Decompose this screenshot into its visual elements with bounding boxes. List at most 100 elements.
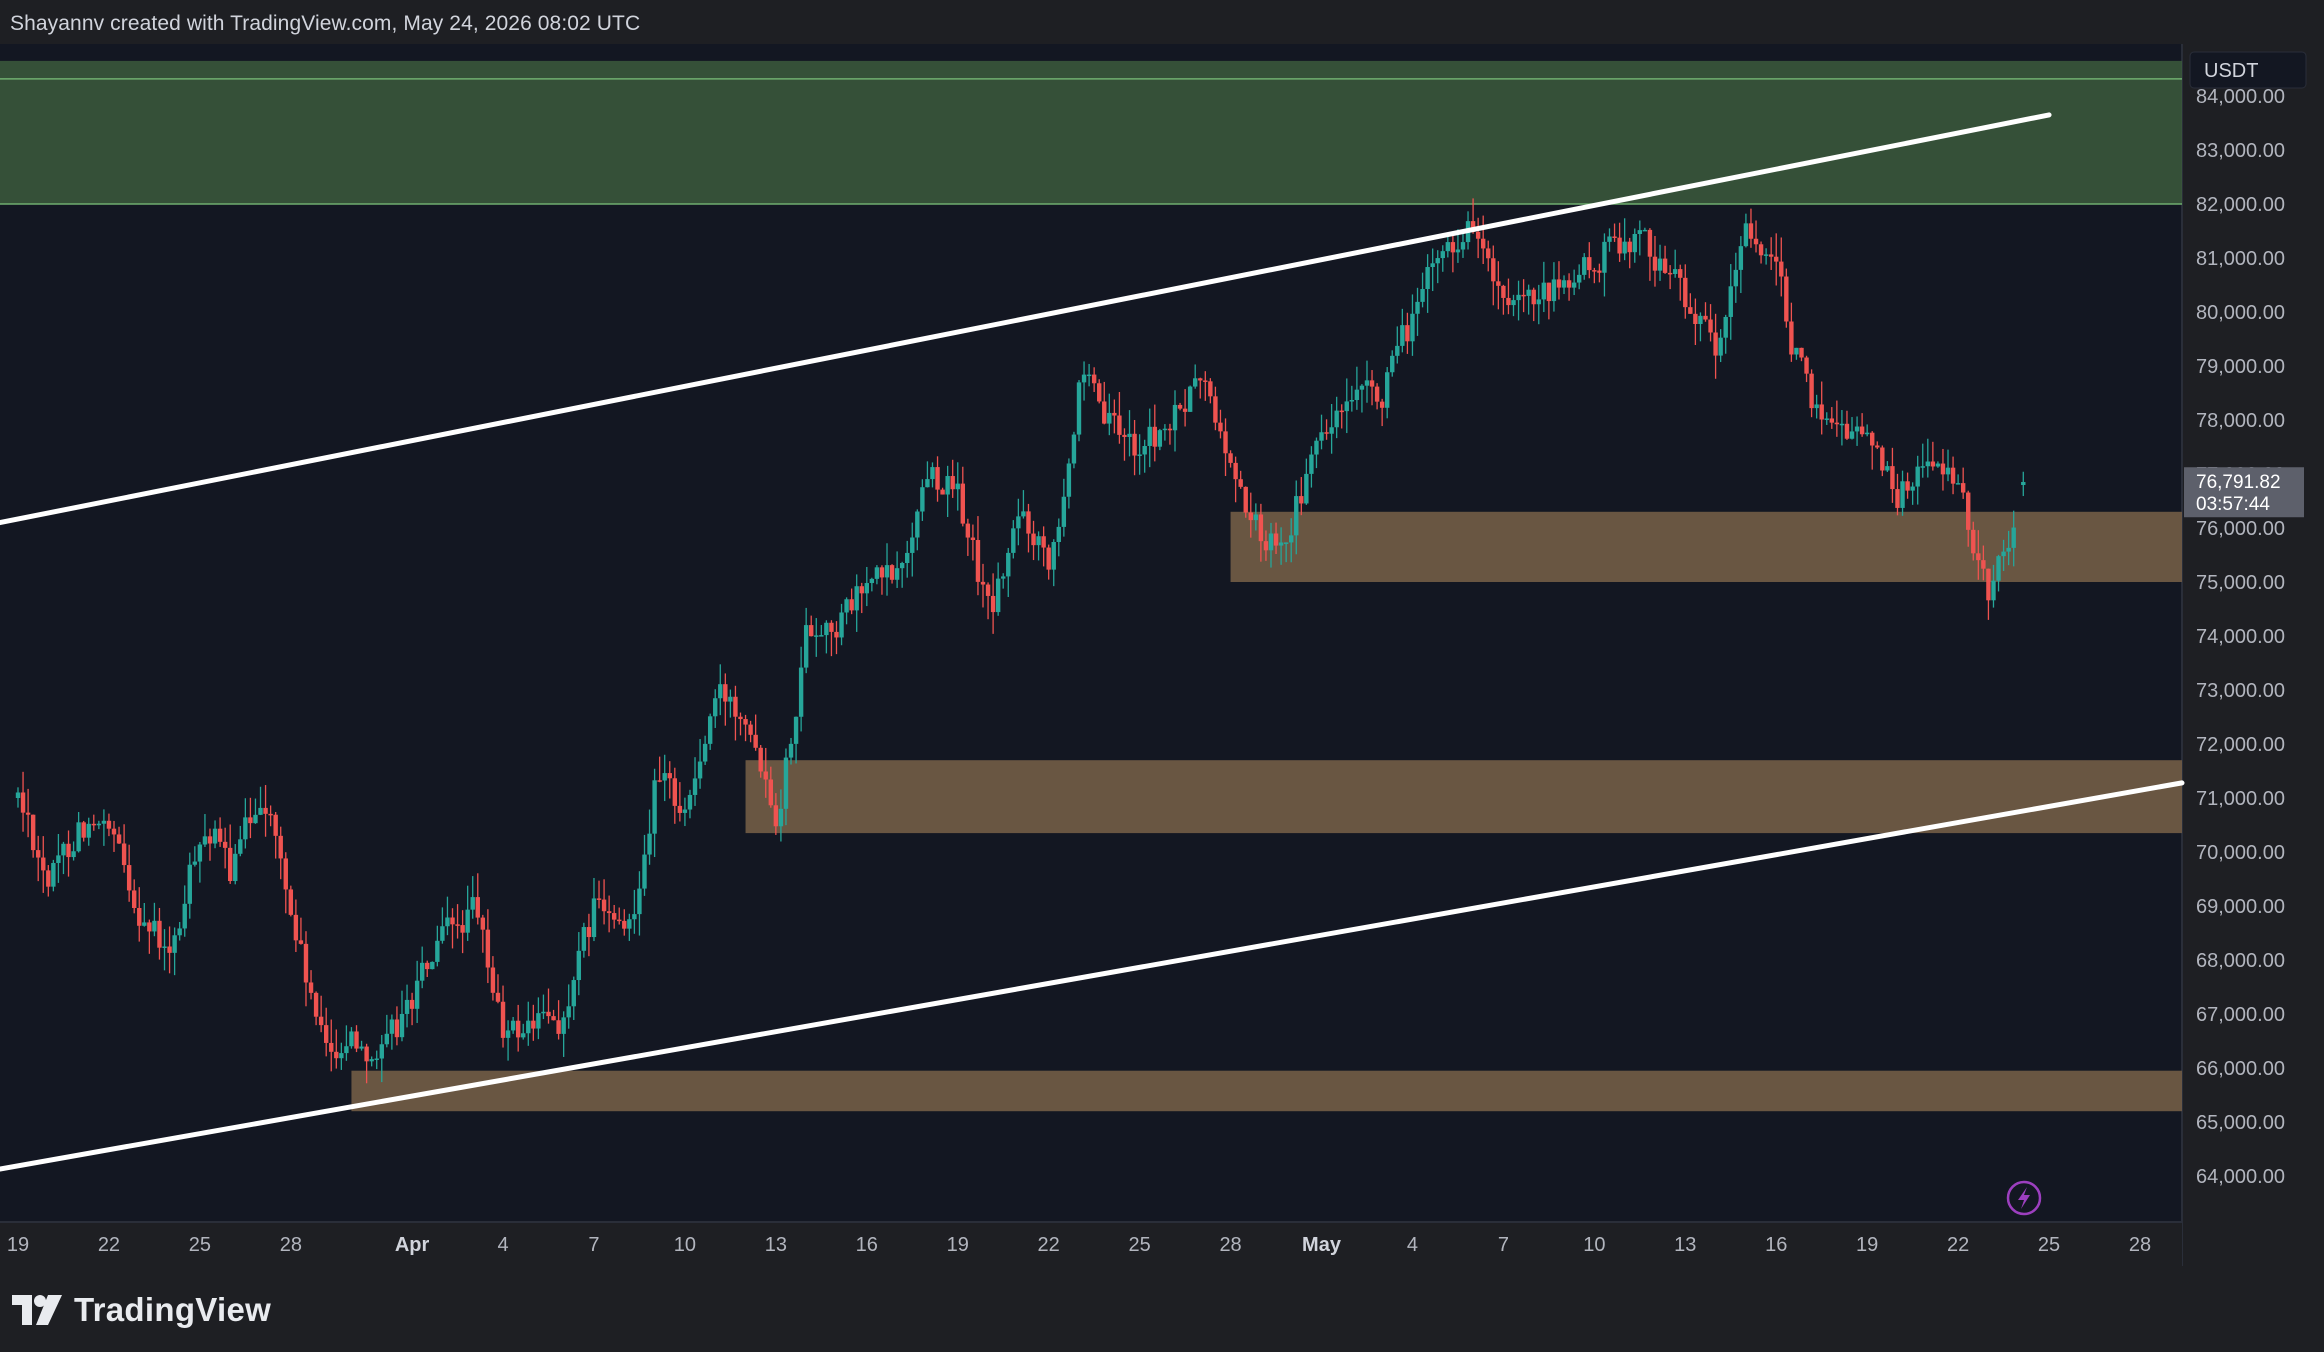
candle-body <box>1738 246 1744 270</box>
candle-body <box>1814 404 1819 409</box>
candle-body <box>606 911 612 914</box>
candle-body <box>1329 427 1334 434</box>
candle-body <box>1086 374 1092 377</box>
candle-body <box>66 843 71 858</box>
candle-body <box>1036 536 1041 546</box>
candle-body <box>1425 267 1430 290</box>
candle-body <box>1132 433 1137 456</box>
candle-body <box>1253 514 1259 521</box>
candle-body <box>1753 238 1759 245</box>
candle-body <box>778 808 784 827</box>
candle-body <box>111 828 117 835</box>
candle-body <box>1587 257 1592 271</box>
candle-body <box>1566 280 1572 288</box>
currency-badge[interactable]: USDT <box>2189 51 2307 89</box>
candle-body <box>1516 294 1521 301</box>
candle-body <box>869 578 875 584</box>
candle-body <box>1935 463 1941 467</box>
candle-body <box>682 809 688 813</box>
candle-body <box>1920 466 1925 468</box>
time-tick-label: 25 <box>189 1234 211 1256</box>
candle-body <box>197 844 203 862</box>
tradingview-logo[interactable]: TradingView <box>12 1288 271 1332</box>
candle-body <box>1763 254 1769 256</box>
candle-body <box>500 1001 506 1038</box>
candle-body <box>849 599 854 611</box>
price-tick-label: 67,000.00 <box>2196 1004 2285 1026</box>
candle-body <box>389 1019 395 1034</box>
candle-body <box>1955 483 1961 485</box>
candle-body <box>1475 231 1481 239</box>
candle-body <box>859 586 864 594</box>
candle-body <box>702 743 708 762</box>
price-tick-label: 80,000.00 <box>2196 302 2285 324</box>
price-tick-label: 74,000.00 <box>2196 626 2285 648</box>
candle-body <box>106 820 112 829</box>
candle-body <box>798 667 804 717</box>
candle-body <box>1971 529 1976 554</box>
candle-body <box>894 568 900 580</box>
candle-body <box>1107 412 1112 424</box>
candle-body <box>1486 248 1491 259</box>
candle-body <box>369 1059 374 1062</box>
candle-body <box>1324 432 1329 434</box>
candle-body <box>339 1053 344 1059</box>
candle-body <box>834 631 839 638</box>
candle-body <box>56 855 61 863</box>
candle-body <box>1283 542 1289 544</box>
demand-zone-3 <box>351 1070 2182 1112</box>
candle-body <box>76 822 81 852</box>
candle-body <box>1006 552 1011 577</box>
time-tick-label: 10 <box>1583 1234 1605 1256</box>
candle-body <box>1248 512 1253 521</box>
candle-body <box>1319 432 1324 441</box>
candle-body <box>1294 496 1299 536</box>
candle-body <box>1405 325 1410 342</box>
candle-body <box>839 612 844 638</box>
candle-body <box>960 483 965 524</box>
candle-body <box>1844 423 1850 439</box>
price-chart[interactable]: 64,000.00 65,000.00 66,000.00 67,000.00 68,0… <box>0 44 2324 1266</box>
candle-body <box>1001 576 1006 579</box>
bar-countdown: 03:57:44 <box>2196 494 2270 515</box>
candle-body <box>20 792 26 813</box>
candle-body <box>637 888 642 915</box>
candle-body <box>1182 408 1188 412</box>
candle-body <box>1152 426 1157 447</box>
candle-body <box>763 771 768 780</box>
candle-body <box>1683 277 1688 308</box>
chart-area[interactable]: 64,000.00 65,000.00 66,000.00 67,000.00 68,0… <box>0 44 2324 1266</box>
candle-body <box>399 1013 405 1038</box>
candle-body <box>1198 378 1203 381</box>
candle-body <box>349 1031 354 1047</box>
candle-body <box>450 917 455 925</box>
supply-zone-0 <box>0 60 2182 205</box>
price-tick-label: 66,000.00 <box>2196 1058 2285 1080</box>
candle-body <box>1263 541 1269 551</box>
candle-body <box>1991 580 1996 601</box>
candle-body <box>15 792 21 798</box>
candle-body <box>1880 447 1885 471</box>
candle-body <box>990 595 996 613</box>
candle-body <box>920 487 925 512</box>
time-tick-label: 19 <box>7 1234 29 1256</box>
candle-body <box>1091 374 1097 384</box>
candle-body <box>2021 482 2026 486</box>
candle-body <box>1480 238 1486 249</box>
candle-body <box>1794 347 1799 355</box>
candle-body <box>384 1033 390 1045</box>
candle-body <box>965 523 971 538</box>
candle-body <box>1864 432 1870 435</box>
candle-body <box>1339 410 1344 413</box>
candle-body <box>1501 285 1506 298</box>
candle-body <box>485 929 491 968</box>
price-tick-label: 72,000.00 <box>2196 734 2285 756</box>
price-tick-label: 83,000.00 <box>2196 140 2285 162</box>
candle-body <box>354 1031 359 1049</box>
candle-body <box>1137 454 1142 456</box>
candle-body <box>748 724 753 735</box>
candle-body <box>617 919 622 922</box>
price-tick-label: 68,000.00 <box>2196 950 2285 972</box>
candle-body <box>1147 426 1152 447</box>
price-tick-label: 75,000.00 <box>2196 572 2285 594</box>
